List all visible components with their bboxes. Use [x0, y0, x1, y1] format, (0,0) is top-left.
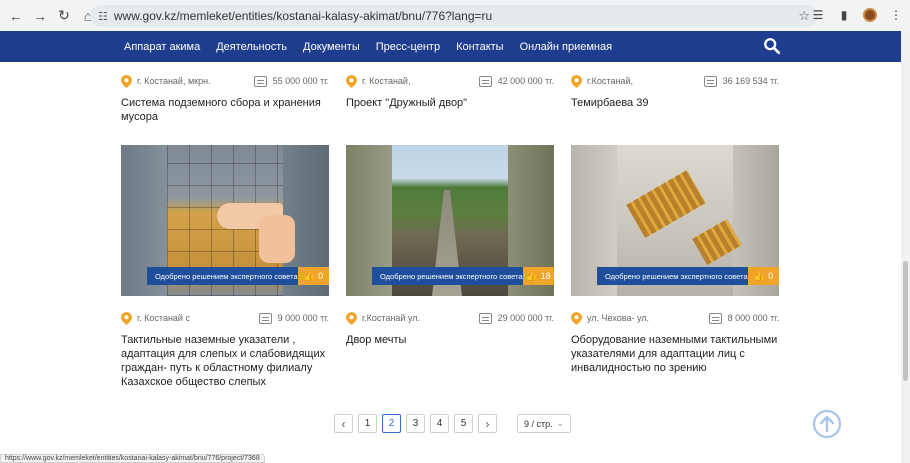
- card-title[interactable]: Темирбаева 39: [571, 96, 779, 110]
- location-pin-icon: [571, 311, 582, 325]
- side-panel-icon[interactable]: ▮: [834, 5, 854, 25]
- avatar: [863, 8, 877, 22]
- card-price: 55 000 000 тг.: [272, 76, 329, 86]
- location-pin-icon: [346, 74, 357, 88]
- page-5-button[interactable]: 5: [454, 414, 473, 433]
- page-2-button[interactable]: 2: [382, 414, 401, 433]
- reload-icon[interactable]: ↻: [53, 5, 75, 27]
- likes-counter[interactable]: 👍 0: [748, 267, 779, 285]
- site-info-icon[interactable]: ☷: [98, 10, 108, 23]
- likes-count: 0: [318, 271, 324, 281]
- card-price: 29 000 000 тг.: [497, 313, 554, 323]
- profile-avatar[interactable]: [860, 5, 880, 25]
- likes-counter[interactable]: 👍 0: [298, 267, 329, 285]
- location-pin-icon: [571, 74, 582, 88]
- scrollbar-thumb[interactable]: [903, 261, 908, 381]
- card-title[interactable]: Тактильные наземные указатели , адаптаци…: [121, 333, 329, 389]
- tactile-tile: [626, 170, 706, 238]
- likes-counter[interactable]: 👍 18: [523, 267, 554, 285]
- status-badge: Одобрено решением экспертного совета: [147, 267, 306, 285]
- nav-item-documents[interactable]: Документы: [303, 41, 360, 53]
- card-location: г. Костанай, мкрн.: [137, 76, 211, 86]
- project-image[interactable]: Одобрено решением экспертного совета 👍 18: [346, 145, 554, 296]
- project-image[interactable]: Одобрено решением экспертного совета 👍 0: [571, 145, 779, 296]
- card-location: г. Костанай,: [362, 76, 411, 86]
- page-4-button[interactable]: 4: [430, 414, 449, 433]
- budget-icon: [708, 312, 722, 324]
- thumbs-up-icon: 👍: [303, 270, 316, 281]
- nav-item-contacts[interactable]: Контакты: [456, 41, 504, 53]
- per-page-value: 9 / стр.: [524, 418, 553, 429]
- address-url: www.gov.kz/memleket/entities/kostanai-ka…: [113, 9, 493, 23]
- card-location: г.Костанай,: [587, 76, 633, 86]
- next-page-button[interactable]: ›: [478, 414, 497, 433]
- page-3-button[interactable]: 3: [406, 414, 425, 433]
- card-title[interactable]: Проект "Дружный двор": [346, 96, 554, 110]
- address-bar[interactable]: ☷ www.gov.kz/memleket/entities/kostanai-…: [90, 5, 818, 27]
- nav-item-apparat[interactable]: Аппарат акима: [124, 41, 200, 53]
- budget-icon: [478, 75, 492, 87]
- location-pin-icon: [346, 311, 357, 325]
- project-card[interactable]: г. Костанай с 9 000 000 тг. Тактильные н…: [121, 311, 329, 389]
- forward-icon[interactable]: →: [29, 5, 51, 27]
- nav-item-online[interactable]: Онлайн приемная: [520, 41, 613, 53]
- project-card[interactable]: г. Костанай, мкрн. 55 000 000 тг. Систем…: [121, 74, 329, 124]
- project-image[interactable]: Одобрено решением экспертного совета 👍 0: [121, 145, 329, 296]
- location-pin-icon: [121, 311, 132, 325]
- site-navigation: Аппарат акима Деятельность Документы Пре…: [0, 31, 901, 62]
- extensions-icon[interactable]: ☰: [808, 5, 828, 25]
- page-1-button[interactable]: 1: [358, 414, 377, 433]
- project-card[interactable]: ул. Чехова- ул. 8 000 000 тг. Оборудован…: [571, 311, 779, 375]
- project-card[interactable]: г. Костанай, 42 000 000 тг. Проект "Друж…: [346, 74, 554, 110]
- location-pin-icon: [121, 74, 132, 88]
- page-scrollbar[interactable]: [901, 31, 910, 463]
- nav-item-activity[interactable]: Деятельность: [216, 41, 287, 53]
- card-title[interactable]: Оборудование наземными тактильными указа…: [571, 333, 779, 375]
- project-card[interactable]: г.Костанай ул. 29 000 000 тг. Двор мечты: [346, 311, 554, 347]
- browser-toolbar: ← → ↻ ⌂ ☷ www.gov.kz/memleket/entities/k…: [0, 0, 910, 31]
- project-card[interactable]: г.Костанай, 36 169 534 тг. Темирбаева 39: [571, 74, 779, 110]
- card-title[interactable]: Двор мечты: [346, 333, 554, 347]
- card-price: 36 169 534 тг.: [722, 76, 779, 86]
- status-badge: Одобрено решением экспертного совета: [597, 267, 756, 285]
- thumbs-up-icon: 👍: [753, 270, 766, 281]
- thumbs-up-icon: 👍: [526, 270, 538, 281]
- per-page-select[interactable]: 9 / стр. ⌄: [517, 414, 571, 433]
- nav-item-press[interactable]: Пресс-центр: [376, 41, 440, 53]
- menu-kebab-icon[interactable]: ⋮: [886, 5, 906, 25]
- budget-icon: [258, 312, 272, 324]
- back-icon[interactable]: ←: [5, 5, 27, 27]
- status-badge: Одобрено решением экспертного совета: [372, 267, 531, 285]
- card-price: 42 000 000 тг.: [497, 76, 554, 86]
- budget-icon: [478, 312, 492, 324]
- card-title[interactable]: Система подземного сбора и хранения мусо…: [121, 96, 329, 124]
- budget-icon: [253, 75, 267, 87]
- search-icon[interactable]: [763, 37, 781, 55]
- card-location: г.Костанай ул.: [362, 313, 421, 323]
- likes-count: 0: [768, 271, 774, 281]
- prev-page-button[interactable]: ‹: [334, 414, 353, 433]
- status-bar-url: https://www.gov.kz/memleket/entities/kos…: [0, 454, 265, 463]
- card-location: ул. Чехова- ул.: [587, 313, 650, 323]
- scroll-to-top-button[interactable]: [812, 409, 842, 439]
- card-price: 9 000 000 тг.: [277, 313, 329, 323]
- pagination: ‹ 1 2 3 4 5 › 9 / стр. ⌄: [334, 414, 571, 433]
- likes-count: 18: [540, 271, 551, 281]
- budget-icon: [703, 75, 717, 87]
- chevron-down-icon: ⌄: [556, 418, 564, 428]
- card-price: 8 000 000 тг.: [727, 313, 779, 323]
- card-location: г. Костанай с: [137, 313, 190, 323]
- hand: [259, 215, 295, 263]
